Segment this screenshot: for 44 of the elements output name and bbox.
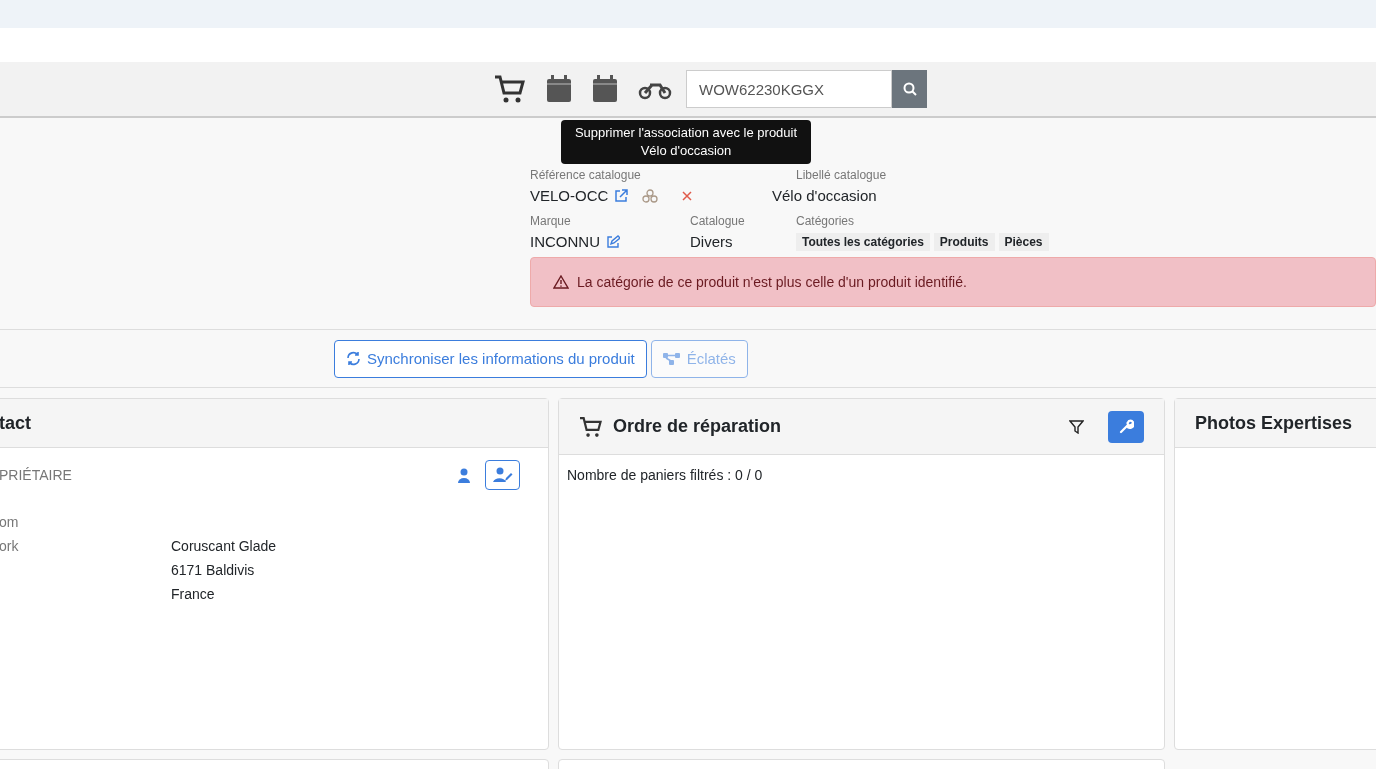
warning-icon [553, 275, 569, 289]
field-label: Marque [530, 214, 572, 228]
action-button[interactable]: Synchroniser les informations du produit [334, 339, 647, 378]
field-value: Divers [690, 233, 734, 250]
calendar-icon[interactable] [592, 75, 618, 103]
field-label: Catégories [796, 214, 856, 228]
person-icon[interactable] [457, 467, 471, 483]
contact-value: Coruscant Glade [171, 538, 277, 554]
edit-person-button[interactable] [485, 460, 520, 490]
field-label: Catalogue [690, 214, 746, 228]
card-title: Photos Expertises [1195, 412, 1353, 434]
card-title: Ordre de réparation [613, 416, 782, 437]
role-label: PRIÉTAIRE [0, 467, 72, 483]
field-label: Référence catalogue [530, 168, 642, 182]
tooltip: Supprimer l'association avec le produit Vélo d'occasion [561, 120, 811, 165]
person-edit-icon [492, 467, 513, 483]
search-icon [902, 82, 917, 96]
sync-icon [346, 351, 361, 366]
calendar-icon[interactable] [546, 75, 572, 103]
diagram-icon [662, 351, 681, 366]
alert-text: La catégorie de ce produit n'est plus celle d'un produit identifié. [577, 274, 967, 290]
external-link-icon[interactable] [614, 188, 629, 203]
search-button[interactable] [892, 70, 927, 108]
field-value: Vélo d'occasion [772, 187, 878, 204]
contact-value: France [171, 586, 215, 602]
basket-count-text: Nombre de paniers filtrés : 0 / 0 [567, 467, 763, 483]
edit-icon[interactable] [606, 234, 620, 249]
wrench-button[interactable] [1108, 410, 1144, 443]
category-tag: Produits [933, 233, 995, 251]
field-value: VELO-OCC [530, 187, 609, 204]
cart-icon[interactable] [494, 74, 526, 104]
boxes-icon[interactable] [642, 188, 659, 203]
filter-icon[interactable] [1069, 419, 1084, 434]
field-value: INCONNU [530, 233, 600, 250]
cart-icon [579, 415, 603, 438]
contact-value: 6171 Baldivis [171, 562, 255, 578]
search-field[interactable]: WOW62230KGGX [686, 70, 892, 108]
field-label: Libellé catalogue [796, 168, 888, 182]
close-icon[interactable] [682, 190, 693, 201]
category-tag: Toutes les catégories [796, 233, 930, 251]
contact-label: ork [0, 538, 20, 554]
card-title: tact [0, 412, 31, 434]
category-tag: Pièces [998, 233, 1049, 251]
contact-label: om [0, 514, 20, 530]
